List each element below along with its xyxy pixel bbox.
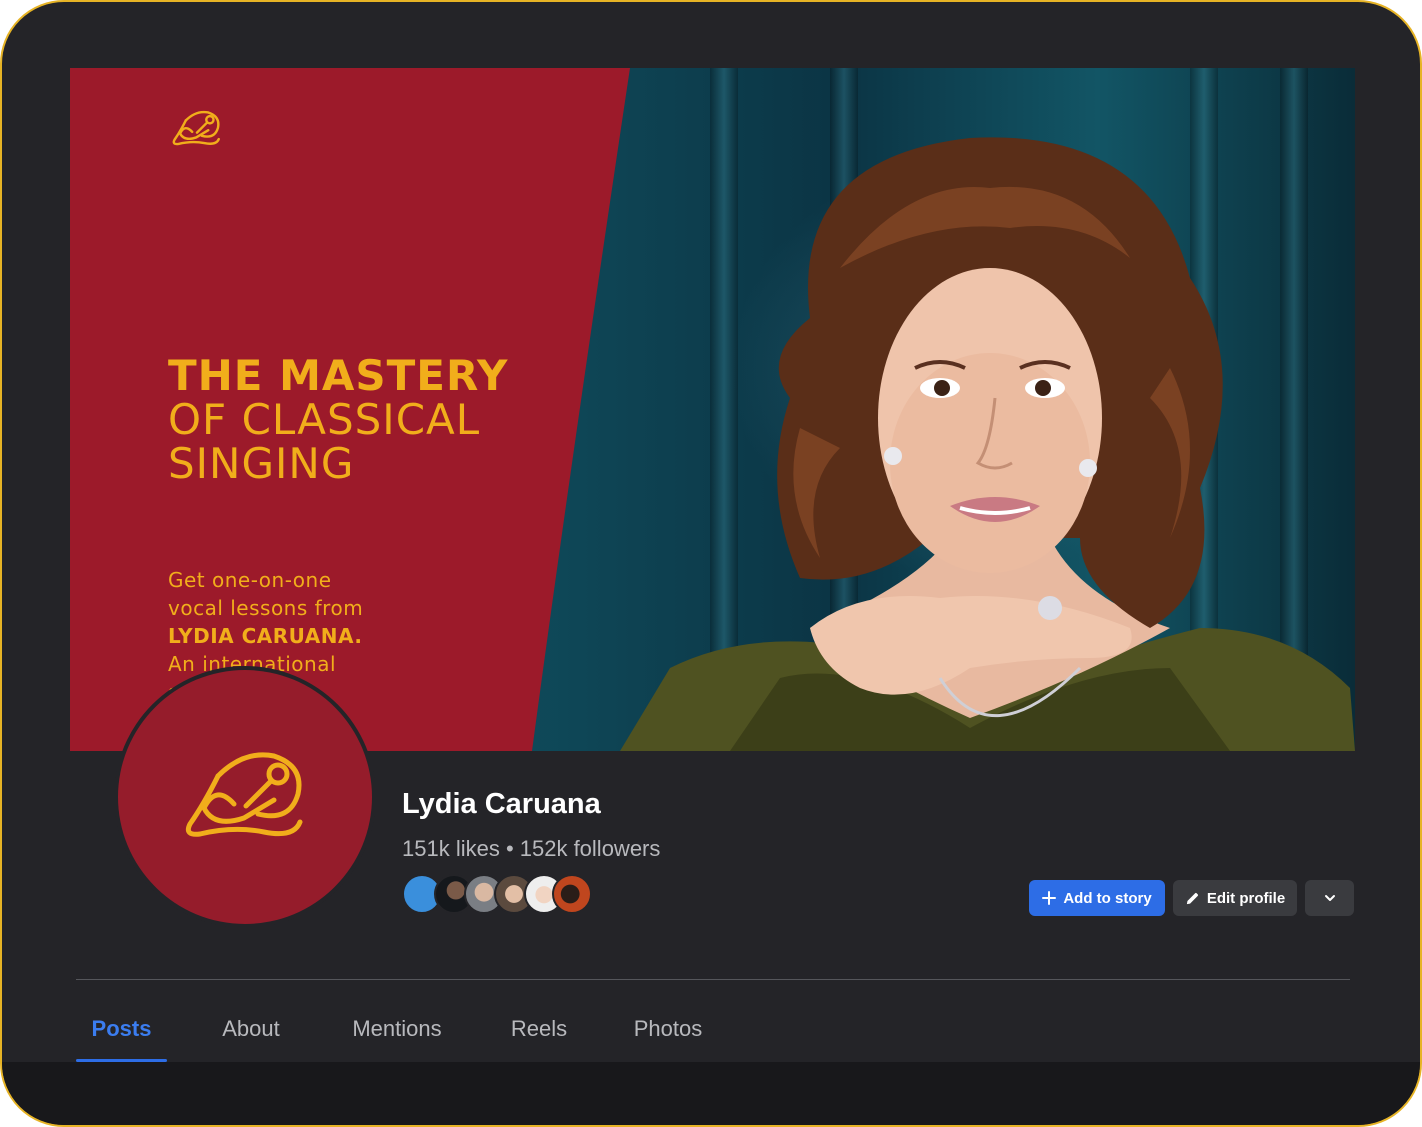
tab-label: Mentions — [352, 1016, 442, 1041]
tab-reels[interactable]: Reels — [498, 1002, 580, 1062]
promo-line-2: vocal lessons from — [168, 596, 364, 620]
tab-label: About — [222, 1016, 280, 1041]
add-to-story-label: Add to story — [1063, 889, 1152, 907]
plus-icon — [1042, 891, 1057, 905]
edit-profile-label: Edit profile — [1206, 889, 1286, 907]
chevron-down-icon — [1324, 895, 1335, 901]
tab-label: Photos — [633, 1016, 703, 1041]
brand-logo-icon — [185, 752, 303, 837]
follower-avatar — [552, 874, 592, 914]
profile-name[interactable]: Lydia Caruana — [402, 788, 601, 821]
tab-label: Posts — [91, 1016, 152, 1041]
profile-stats[interactable]: 151k likes • 152k followers — [402, 836, 660, 862]
headline-bold: THE MASTERY — [168, 351, 509, 400]
tab-mentions[interactable]: Mentions — [336, 1002, 458, 1062]
headline-line-2: OF CLASSICAL — [168, 395, 481, 444]
promo-name: LYDIA CARUANA. — [168, 624, 363, 648]
add-to-story-button[interactable]: Add to story — [1029, 880, 1165, 916]
divider — [76, 979, 1350, 980]
profile-picture[interactable] — [114, 666, 376, 928]
content-area — [2, 1062, 1420, 1125]
follower-avatars[interactable] — [402, 874, 602, 914]
headline-line-3: SINGING — [168, 439, 355, 488]
tab-about[interactable]: About — [208, 1002, 294, 1062]
more-options-button[interactable] — [1305, 880, 1354, 916]
tab-photos[interactable]: Photos — [621, 1002, 715, 1062]
cover-headline: THE MASTERY OF CLASSICAL SINGING — [168, 354, 508, 486]
tab-label: Reels — [510, 1016, 568, 1041]
tab-posts[interactable]: Posts — [76, 1002, 167, 1062]
brand-logo-icon — [172, 110, 220, 146]
avatar — [118, 670, 372, 924]
cover-photo[interactable]: THE MASTERY OF CLASSICAL SINGING Get one… — [70, 68, 1355, 751]
pencil-icon — [1186, 892, 1198, 904]
device-frame: THE MASTERY OF CLASSICAL SINGING Get one… — [0, 0, 1422, 1127]
promo-line-1: Get one-on-one — [168, 568, 332, 592]
edit-profile-button[interactable]: Edit profile — [1173, 880, 1297, 916]
